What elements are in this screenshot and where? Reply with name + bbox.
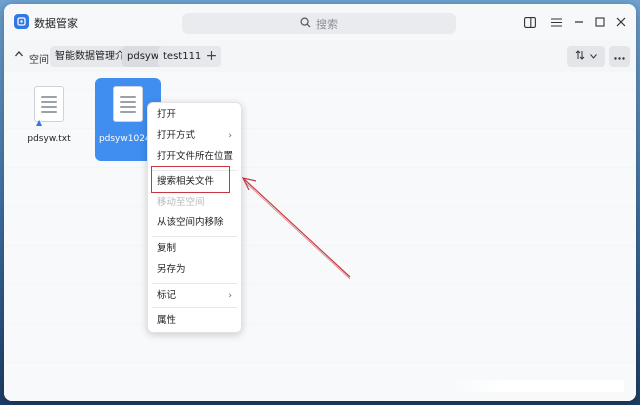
bottom-fade-strip (450, 380, 624, 392)
annotation-arrow (241, 177, 351, 280)
